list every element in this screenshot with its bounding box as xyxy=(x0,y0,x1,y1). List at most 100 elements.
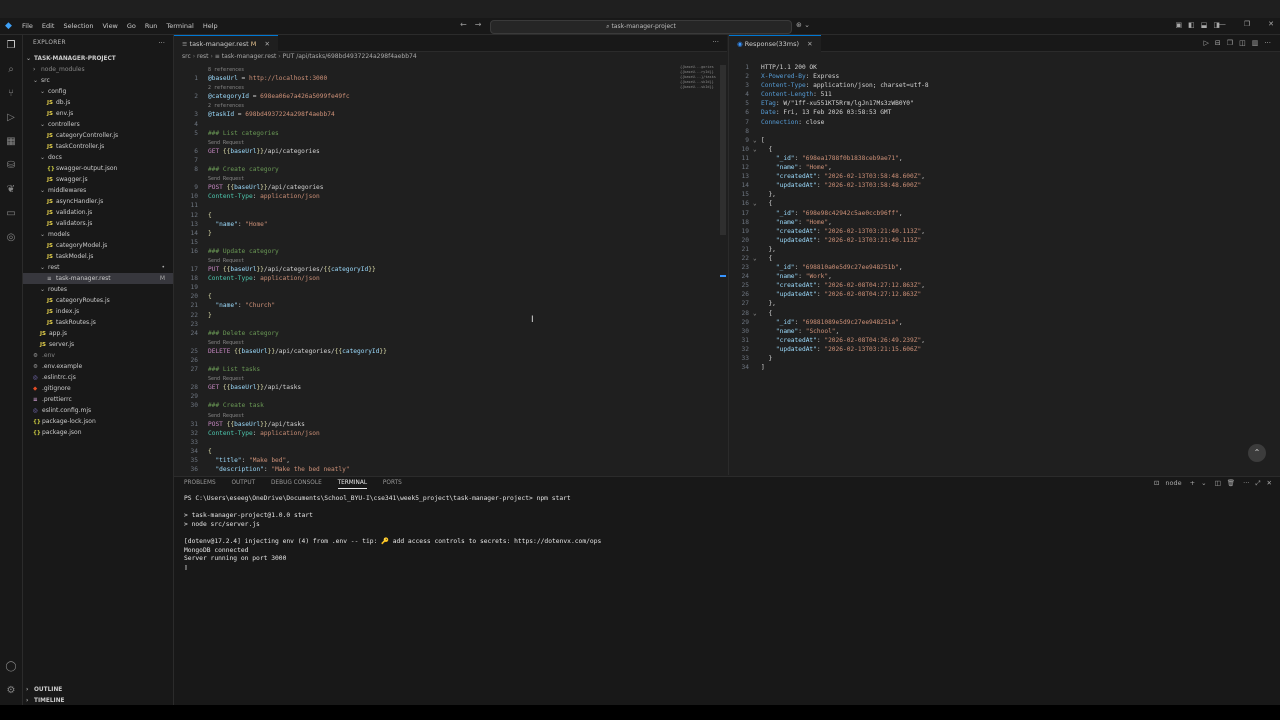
folder-item[interactable]: ⌄ src xyxy=(23,75,173,86)
run-debug-icon[interactable]: ▷ xyxy=(5,112,17,124)
fold-chevron-icon[interactable]: ⌄ xyxy=(753,145,757,154)
send-request-link[interactable]: Send Request xyxy=(208,340,244,346)
toggle-sidebar-icon[interactable]: ◧ xyxy=(1188,21,1195,29)
folder-item[interactable]: ⌄ docs xyxy=(23,152,173,163)
menu-edit[interactable]: Edit xyxy=(42,22,55,30)
folder-item[interactable]: ⌄ config xyxy=(23,86,173,97)
file-item[interactable]: {}package.json xyxy=(23,427,173,438)
file-item[interactable]: JS validators.js xyxy=(23,218,173,229)
trash-icon[interactable]: 🗑 xyxy=(1227,479,1235,487)
file-item[interactable]: JS db.js xyxy=(23,97,173,108)
file-item[interactable]: ⚙ .env xyxy=(23,350,173,361)
fold-chevron-icon[interactable]: ⌄ xyxy=(753,199,757,208)
close-panel-icon[interactable]: ✕ xyxy=(1267,479,1272,487)
folder-item[interactable]: ⌄ routes xyxy=(23,284,173,295)
file-item[interactable]: JS categoryRoutes.js xyxy=(23,295,173,306)
file-item[interactable]: ◎ .eslintrc.cjs xyxy=(23,372,173,383)
layout-icon[interactable]: ▣ xyxy=(1176,21,1183,29)
send-request-link[interactable]: Send Request xyxy=(208,376,244,382)
file-item[interactable]: JS index.js xyxy=(23,306,173,317)
copy-icon[interactable]: ❐ xyxy=(1227,39,1233,47)
file-item[interactable]: JS asyncHandler.js xyxy=(23,196,173,207)
folder-item[interactable]: ⌄ rest • xyxy=(23,262,173,273)
folder-item[interactable]: ⌄ middlewares xyxy=(23,185,173,196)
scroll-to-top-button[interactable]: ⌃ xyxy=(1248,444,1266,462)
close-tab-icon[interactable]: ✕ xyxy=(264,40,269,48)
project-root[interactable]: ⌄ TASK-MANAGER-PROJECT xyxy=(23,53,173,64)
breadcrumb-symbol[interactable]: PUT /api/tasks/698bd4937224a298f4aebb74 xyxy=(283,53,417,60)
file-item[interactable]: {}package-lock.json xyxy=(23,416,173,427)
send-request-link[interactable]: Send Request xyxy=(208,413,244,419)
more-actions-icon[interactable]: ··· xyxy=(1264,39,1271,47)
fold-chevron-icon[interactable]: ⌄ xyxy=(753,254,757,263)
menu-go[interactable]: Go xyxy=(127,22,136,30)
menu-terminal[interactable]: Terminal xyxy=(166,22,193,30)
new-terminal-icon[interactable]: + xyxy=(1190,479,1195,487)
file-item[interactable]: JS categoryModel.js xyxy=(23,240,173,251)
menu-help[interactable]: Help xyxy=(203,22,218,30)
split-terminal-icon[interactable]: ◫ xyxy=(1215,479,1221,487)
save-response-icon[interactable]: ⊟ xyxy=(1215,39,1221,47)
minimize-icon[interactable]: — xyxy=(1219,20,1226,28)
run-icon[interactable]: ▷ xyxy=(1204,39,1209,47)
response-body[interactable]: 1 HTTP/1.1 200 OK 2 X-Powered-By: Express 3 C… xyxy=(729,63,1269,372)
menu-file[interactable]: File xyxy=(22,22,33,30)
close-window-icon[interactable]: ✕ xyxy=(1268,20,1274,28)
search-icon[interactable]: ⌕ xyxy=(5,64,17,76)
file-item[interactable]: JS validation.js xyxy=(23,207,173,218)
editor-more-icon[interactable]: ··· xyxy=(712,38,719,46)
file-item[interactable]: JS categoryController.js xyxy=(23,130,173,141)
fold-chevron-icon[interactable]: ⌄ xyxy=(753,309,757,318)
source-control-icon[interactable]: ⑂ xyxy=(5,88,17,100)
back-arrow-icon[interactable]: ← xyxy=(460,20,467,29)
file-item[interactable]: ◆ .gitignore xyxy=(23,383,173,394)
file-item[interactable]: ≡ .prettierrc xyxy=(23,394,173,405)
breadcrumb-file[interactable]: task-manager.rest xyxy=(222,53,277,60)
menu-view[interactable]: View xyxy=(102,22,117,30)
file-item[interactable]: JS taskRoutes.js xyxy=(23,317,173,328)
more-actions-icon[interactable]: ··· xyxy=(1243,479,1249,487)
more-actions-icon[interactable]: ··· xyxy=(158,39,165,47)
forward-arrow-icon[interactable]: → xyxy=(475,20,482,29)
split-editor-icon[interactable]: ◫ xyxy=(1239,39,1246,47)
file-item[interactable]: JS server.js xyxy=(23,339,173,350)
file-item[interactable]: ◎ eslint.config.mjs xyxy=(23,405,173,416)
code-editor[interactable]: 8 references 1 @baseUrl = http://localhost… xyxy=(174,65,674,475)
file-item[interactable]: JS env.js xyxy=(23,108,173,119)
file-item[interactable]: {}swagger-output.json xyxy=(23,163,173,174)
maximize-panel-icon[interactable]: ⤢ xyxy=(1255,479,1260,487)
extensions-icon[interactable]: ▦ xyxy=(5,136,17,148)
split-view-icon[interactable]: ▥ xyxy=(1252,39,1259,47)
send-request-link[interactable]: Send Request xyxy=(208,176,244,182)
send-request-link[interactable]: Send Request xyxy=(208,258,244,264)
folder-item[interactable]: › node_modules xyxy=(23,64,173,75)
references-codelens[interactable]: 2 references xyxy=(208,85,244,91)
settings-gear-icon[interactable]: ⚙ xyxy=(5,685,17,697)
file-item[interactable]: JS taskController.js xyxy=(23,141,173,152)
file-item[interactable]: JS swagger.js xyxy=(23,174,173,185)
mongodb-leaf-icon[interactable]: ❦ xyxy=(5,184,17,196)
explorer-icon[interactable]: ❐ xyxy=(5,40,17,52)
chevron-down-icon[interactable]: ⌄ xyxy=(1201,479,1206,487)
references-codelens[interactable]: 8 references xyxy=(208,67,244,73)
outline-section[interactable]: › OUTLINE xyxy=(23,685,173,696)
file-item[interactable]: ⚙ .env.example xyxy=(23,361,173,372)
menu-selection[interactable]: Selection xyxy=(63,22,93,30)
minimap[interactable]: {{baseU...gories {{baseU...ryId}} {{base… xyxy=(680,65,720,125)
accounts-icon[interactable]: ◯ xyxy=(5,661,17,673)
file-item[interactable]: JS taskModel.js xyxy=(23,251,173,262)
breadcrumb-rest[interactable]: rest xyxy=(197,53,209,60)
shell-label[interactable]: node xyxy=(1165,479,1181,487)
restore-icon[interactable]: ❐ xyxy=(1244,20,1250,28)
timeline-section[interactable]: › TIMELINE xyxy=(23,696,173,705)
tab-debug-console[interactable]: DEBUG CONSOLE xyxy=(271,480,322,486)
file-item[interactable]: ≡ task-manager.rest M xyxy=(23,273,173,284)
database-icon[interactable]: ⛁ xyxy=(5,160,17,172)
tab-task-manager-rest[interactable]: ≡ task-manager.rest M ✕ xyxy=(174,35,278,52)
references-codelens[interactable]: 2 references xyxy=(208,103,244,109)
tab-problems[interactable]: PROBLEMS xyxy=(184,480,216,486)
tab-terminal[interactable]: TERMINAL xyxy=(337,480,368,489)
folder-item[interactable]: ⌄ controllers xyxy=(23,119,173,130)
file-item[interactable]: JS app.js xyxy=(23,328,173,339)
breadcrumb-src[interactable]: src xyxy=(182,53,191,60)
